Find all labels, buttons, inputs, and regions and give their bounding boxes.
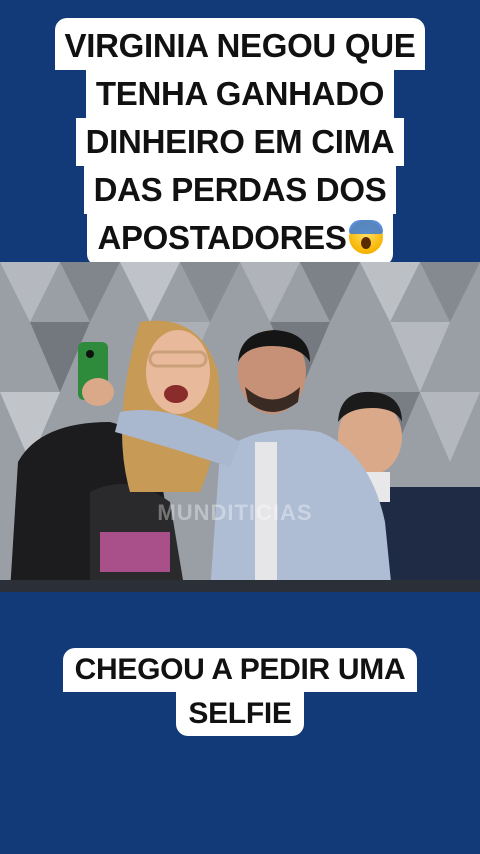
face-screaming-in-fear-icon <box>348 220 383 254</box>
top-caption-line-3: DINHEIRO EM CIMA <box>75 118 405 166</box>
top-caption-line-5: APOSTADORES <box>87 214 393 266</box>
news-photo <box>0 262 480 592</box>
watermark-text: MUNDITICIAS <box>157 500 313 525</box>
top-caption-line-2: TENHA GANHADO <box>85 70 395 118</box>
top-caption: VIRGINIA NEGOU QUE TENHA GANHADO DINHEIR… <box>0 18 480 266</box>
bottom-caption-line-2: SELFIE <box>176 692 304 736</box>
bottom-caption-line-1: CHEGOU A PEDIR UMA <box>62 648 418 692</box>
top-caption-line-5-text: APOSTADORES <box>97 219 347 256</box>
selfie-scene-illustration <box>0 262 480 592</box>
top-caption-line-4: DAS PERDAS DOS <box>83 166 397 214</box>
top-caption-line-1: VIRGINIA NEGOU QUE <box>54 18 426 70</box>
bottom-caption: CHEGOU A PEDIR UMA SELFIE <box>0 648 480 736</box>
